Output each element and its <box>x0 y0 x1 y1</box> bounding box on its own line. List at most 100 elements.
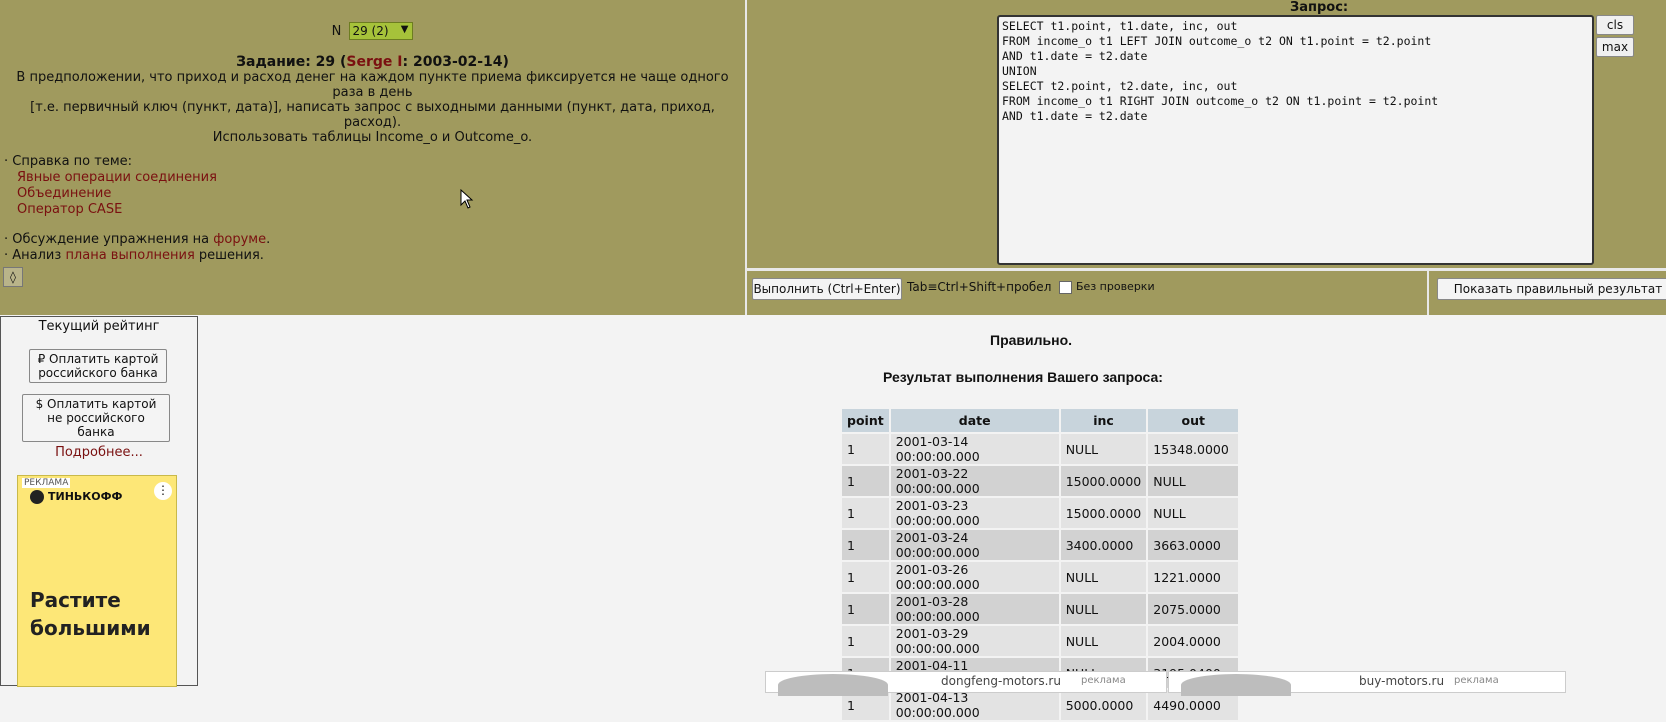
table-header-row: point date inc out <box>842 409 1239 432</box>
bottom-ad-left[interactable]: dongfeng-motors.ru реклама <box>765 671 1167 696</box>
table-cell: 2004.0000 <box>1148 626 1239 656</box>
diamond-info-icon[interactable]: ◊ <box>3 267 23 287</box>
maximize-button[interactable]: max <box>1596 37 1634 57</box>
table-cell: 15000.0000 <box>1060 466 1147 496</box>
no-check-label: Без проверки <box>1076 280 1155 293</box>
chevron-down-icon: ▼ <box>400 24 409 35</box>
table-cell: 3400.0000 <box>1060 530 1147 560</box>
forum-prefix: · Обсуждение упражнения на <box>4 232 214 247</box>
query-label: Запрос: <box>1290 0 1349 15</box>
show-correct-result-button[interactable]: Показать правильный результат <box>1437 278 1666 300</box>
mouse-cursor-icon <box>460 189 474 209</box>
brand-logo-icon <box>30 490 44 504</box>
help-block: · Справка по теме: Явные операции соедин… <box>4 154 217 218</box>
table-row: 1 2001-03-23 00:00:00.000 15000.0000 NUL… <box>842 498 1239 528</box>
table-cell: 1221.0000 <box>1148 562 1239 592</box>
task-number-select[interactable]: 29 (2) ▼ <box>349 22 414 40</box>
task-number-row: N 29 (2) ▼ <box>0 22 745 40</box>
table-cell: 3663.0000 <box>1148 530 1239 560</box>
table-cell: NULL <box>1060 626 1147 656</box>
table-cell: 1 <box>842 466 889 496</box>
ad-tag: реклама <box>1454 675 1499 686</box>
rating-title: Текущий рейтинг <box>38 319 160 334</box>
no-check-checkbox[interactable] <box>1059 280 1072 294</box>
query-editor[interactable]: SELECT t1.point, t1.date, inc, out FROM … <box>997 15 1594 265</box>
task-panel: N 29 (2) ▼ Задание: 29 (Serge I: 2003-02… <box>0 0 745 315</box>
ad-headline-line: большими <box>30 616 151 640</box>
table-cell: 2001-03-22 00:00:00.000 <box>890 466 1059 496</box>
run-bar-divider <box>1427 271 1429 315</box>
table-cell: 2001-03-24 00:00:00.000 <box>890 530 1059 560</box>
ad-brand: ТИНЬКОФФ <box>30 490 122 504</box>
bottom-ad-right[interactable]: buy-motors.ru реклама <box>1168 671 1566 696</box>
car-image-icon <box>1181 674 1291 696</box>
no-check-option[interactable]: Без проверки <box>1059 280 1155 294</box>
query-text: SELECT t1.point, t1.date, inc, out FROM … <box>1002 19 1439 123</box>
forum-link[interactable]: форуме <box>213 232 266 247</box>
table-cell: 1 <box>842 434 889 464</box>
table-cell: 2001-03-26 00:00:00.000 <box>890 562 1059 592</box>
sidebar: Текущий рейтинг ₽ Оплатить картой россий… <box>0 316 198 687</box>
plan-suffix: решения. <box>194 248 264 263</box>
table-row: 1 2001-03-22 00:00:00.000 15000.0000 NUL… <box>842 466 1239 496</box>
pay-russian-card-button[interactable]: ₽ Оплатить картой российского банка <box>29 349 167 383</box>
table-cell: NULL <box>1060 434 1147 464</box>
column-header: inc <box>1060 409 1147 432</box>
table-cell: 2001-03-28 00:00:00.000 <box>890 594 1059 624</box>
table-cell: 15348.0000 <box>1148 434 1239 464</box>
table-row: 1 2001-03-24 00:00:00.000 3400.0000 3663… <box>842 530 1239 560</box>
table-cell: NULL <box>1060 594 1147 624</box>
table-cell: 2001-04-13 00:00:00.000 <box>890 690 1059 720</box>
column-header: point <box>842 409 889 432</box>
pay-foreign-line2: не российского банка <box>47 411 145 439</box>
discussion-block: · Обсуждение упражнения на форуме. · Ана… <box>4 232 270 264</box>
table-cell: 1 <box>842 594 889 624</box>
task-title-suffix: : 2003-02-14) <box>402 54 509 70</box>
run-bar: Выполнить (Ctrl+Enter) Tab≡Ctrl+Shift+пр… <box>747 271 1666 315</box>
help-link-case[interactable]: Оператор CASE <box>4 202 217 218</box>
help-link-union[interactable]: Объединение <box>4 186 217 202</box>
task-title-prefix: Задание: 29 ( <box>236 54 347 70</box>
column-header: out <box>1148 409 1239 432</box>
forum-suffix: . <box>266 232 271 247</box>
pay-foreign-card-button[interactable]: $ Оплатить картой не российского банка <box>22 394 170 442</box>
result-heading: Результат выполнения Вашего запроса: <box>883 369 1163 385</box>
plan-link[interactable]: плана выполнения <box>65 248 194 263</box>
table-cell: 2075.0000 <box>1148 594 1239 624</box>
pay-ru-line1: ₽ Оплатить картой <box>37 352 159 366</box>
ad-brand-name: ТИНЬКОФФ <box>48 490 123 503</box>
table-cell: 1 <box>842 562 889 592</box>
clear-button[interactable]: cls <box>1596 15 1634 35</box>
run-button[interactable]: Выполнить (Ctrl+Enter) <box>752 278 902 300</box>
table-cell: NULL <box>1060 562 1147 592</box>
task-text-line: Использовать таблицы Income_o и Outcome_… <box>212 130 533 145</box>
table-cell: NULL <box>1148 466 1239 496</box>
column-header: date <box>890 409 1059 432</box>
table-cell: 1 <box>842 626 889 656</box>
sidebar-ad[interactable]: РЕКЛАМА ТИНЬКОФФ ⋮ Растите большими <box>17 475 177 687</box>
table-row: 1 2001-04-13 00:00:00.000 5000.0000 4490… <box>842 690 1239 720</box>
tab-hint: Tab≡Ctrl+Shift+пробел <box>907 280 1052 294</box>
table-row: 1 2001-03-28 00:00:00.000 NULL 2075.0000 <box>842 594 1239 624</box>
task-description: В предположении, что приход и расход ден… <box>0 70 745 145</box>
table-cell: 5000.0000 <box>1060 690 1147 720</box>
more-vertical-icon[interactable]: ⋮ <box>154 482 172 500</box>
task-title: Задание: 29 (Serge I: 2003-02-14) <box>0 54 745 70</box>
ad-headline-line: Растите <box>30 588 121 612</box>
table-cell: 2001-03-29 00:00:00.000 <box>890 626 1059 656</box>
plan-prefix: · Анализ <box>4 248 66 263</box>
task-text-line: [т.е. первичный ключ (пункт, дата)], нап… <box>30 100 715 130</box>
table-row: 1 2001-03-29 00:00:00.000 NULL 2004.0000 <box>842 626 1239 656</box>
result-status: Правильно. <box>990 332 1073 348</box>
help-heading: · Справка по теме: <box>4 154 133 169</box>
table-row: 1 2001-03-14 00:00:00.000 NULL 15348.000… <box>842 434 1239 464</box>
more-link[interactable]: Подробнее... <box>1 445 197 460</box>
table-cell: 1 <box>842 498 889 528</box>
pay-foreign-line1: $ Оплатить картой <box>35 397 157 411</box>
table-cell: 2001-03-14 00:00:00.000 <box>890 434 1059 464</box>
help-link-joins[interactable]: Явные операции соединения <box>4 170 217 186</box>
ad-tag: реклама <box>1081 675 1126 686</box>
task-author: Serge I <box>346 54 403 70</box>
table-cell: 1 <box>842 530 889 560</box>
table-row: 1 2001-03-26 00:00:00.000 NULL 1221.0000 <box>842 562 1239 592</box>
